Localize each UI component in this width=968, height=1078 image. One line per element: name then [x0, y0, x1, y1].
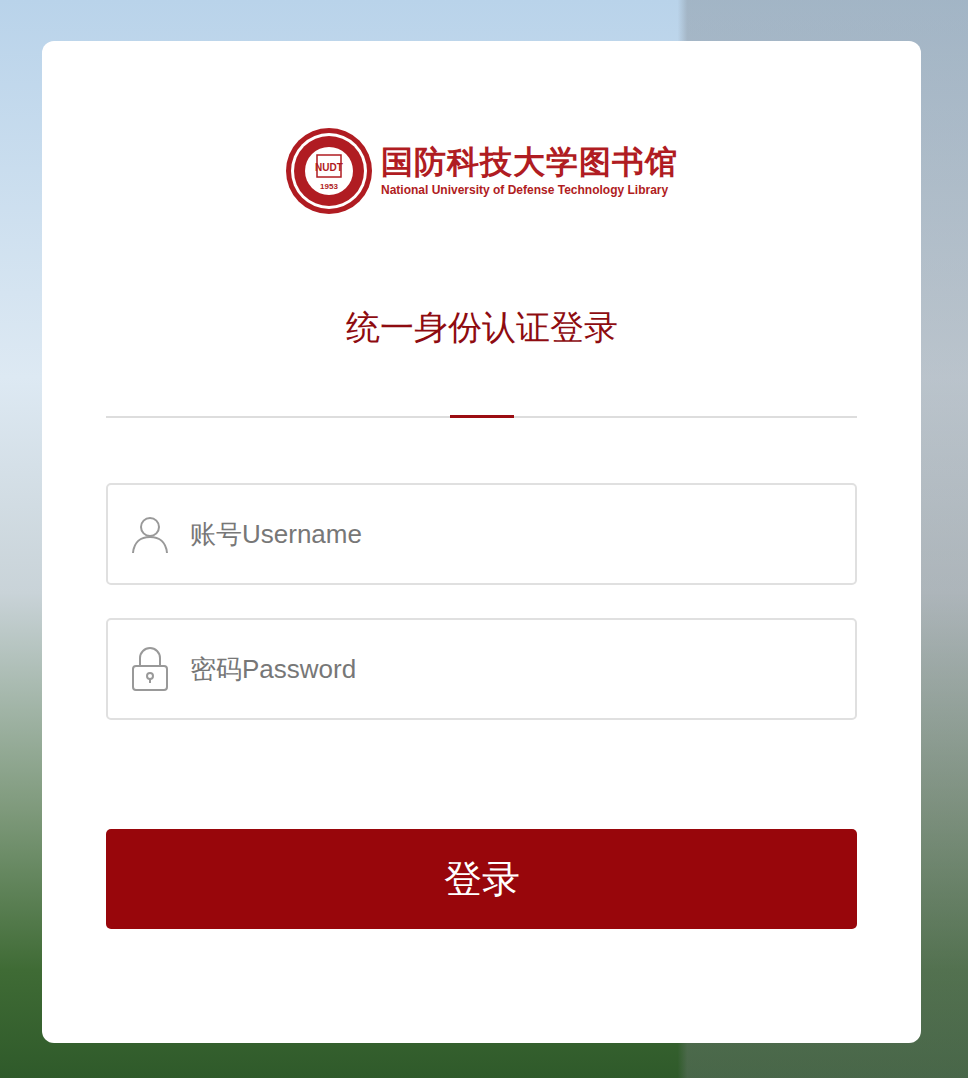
- login-button[interactable]: 登录: [106, 829, 857, 929]
- library-name-en: National University of Defense Technolog…: [381, 183, 678, 197]
- login-card: NUDT 1953 国防科技大学图书馆 National University of …: [42, 41, 921, 1043]
- login-title: 统一身份认证登录: [106, 307, 857, 347]
- user-input[interactable]: [188, 518, 835, 551]
- title-divider: [106, 415, 857, 418]
- library-logo: NUDT 1953 国防科技大学图书馆 National University of …: [106, 127, 857, 215]
- lock-icon: [130, 646, 170, 692]
- login-page: NUDT 1953 国防科技大学图书馆 National University of …: [0, 0, 968, 1078]
- library-name: 国防科技大学图书馆 National University of Defense …: [381, 145, 678, 196]
- divider-mark: [450, 415, 514, 418]
- password-input[interactable]: [188, 653, 835, 686]
- library-name-cn: 国防科技大学图书馆: [381, 145, 678, 180]
- login-form: [106, 483, 857, 720]
- svg-text:NUDT: NUDT: [315, 162, 343, 173]
- svg-text:1953: 1953: [320, 182, 338, 191]
- user-field[interactable]: [106, 483, 857, 585]
- user-icon: [130, 514, 170, 554]
- library-seal-icon: NUDT 1953: [285, 127, 373, 215]
- password-field[interactable]: [106, 618, 857, 720]
